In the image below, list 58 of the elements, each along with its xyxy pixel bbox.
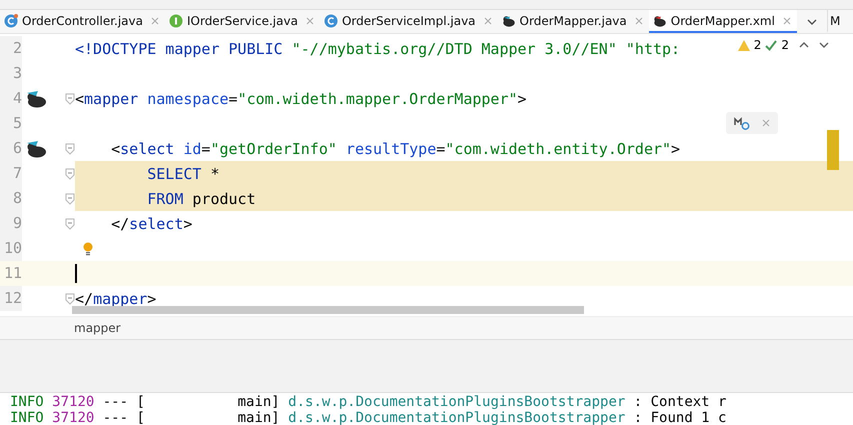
bird-icon[interactable] <box>25 140 47 158</box>
code-line: </mapper> <box>75 290 156 308</box>
code-line: <!DOCTYPE mapper PUBLIC "-//mybatis.org//DTD Mapper 3.0//EN" "http: <box>75 40 680 58</box>
editor-tab[interactable]: IOrderService.java <box>164 10 320 33</box>
code-line: </select> <box>111 214 192 232</box>
close-icon[interactable] <box>782 16 791 24</box>
line-number: 5 <box>0 111 22 136</box>
chevron-down-icon[interactable] <box>806 18 817 24</box>
editor-tab[interactable]: OrderMapper.xml <box>648 10 797 33</box>
fold-marker-icon[interactable] <box>65 292 75 304</box>
fold-marker-icon[interactable] <box>65 142 75 154</box>
fold-marker-icon[interactable] <box>65 168 75 180</box>
close-icon[interactable] <box>762 119 770 127</box>
console-line: INFO 37120 --- [ main] d.s.w.p.DocumentationPluginsBootstrapper : Found 1 c <box>10 410 728 425</box>
lightbulb-icon[interactable] <box>83 242 93 256</box>
line-number: 6 <box>0 136 22 161</box>
file-type-icon <box>324 14 338 28</box>
reload-icon[interactable] <box>734 116 750 130</box>
fold-marker-icon[interactable] <box>65 218 75 230</box>
code-line: <select id="getOrderInfo" resultType="com.wideth.entity.Order"> <box>111 140 680 158</box>
close-icon[interactable] <box>484 16 492 24</box>
file-type-icon <box>168 14 183 28</box>
chevron-down-icon[interactable] <box>819 41 829 49</box>
line-number: 3 <box>0 61 22 86</box>
editor-tab[interactable]: OrderServiceImpl.java <box>320 10 498 33</box>
check-icon <box>765 40 778 50</box>
warning-count: 2 <box>754 38 762 52</box>
bird-icon <box>652 14 667 28</box>
line-number: 2 <box>0 36 22 61</box>
close-icon[interactable] <box>634 16 643 24</box>
inspection-widget[interactable]: 2 2 <box>736 38 831 52</box>
breadcrumb[interactable]: mapper <box>74 321 121 335</box>
editor-tab[interactable]: M <box>826 10 842 33</box>
code-line: SELECT * <box>147 164 220 182</box>
warning-icon <box>738 40 750 50</box>
fold-marker-icon[interactable] <box>65 92 75 104</box>
fold-marker-icon[interactable] <box>65 192 75 204</box>
code-line: FROM product <box>147 190 256 208</box>
line-number: 7 <box>0 161 22 186</box>
chevron-up-icon[interactable] <box>799 41 809 49</box>
bird-icon <box>502 14 516 28</box>
line-number: 12 <box>0 286 22 311</box>
close-icon[interactable] <box>150 16 159 24</box>
console-line: INFO 37120 --- [ main] d.s.w.p.DocumentationPluginsBootstrapper : Context r <box>10 394 728 410</box>
editor-tab[interactable]: OrderMapper.java <box>498 10 649 33</box>
close-icon[interactable] <box>306 16 314 24</box>
line-number: 9 <box>0 211 22 236</box>
bird-icon[interactable] <box>25 90 47 108</box>
line-number: 10 <box>0 236 22 261</box>
text-caret <box>75 264 77 283</box>
horizontal-scrollbar[interactable] <box>72 306 584 314</box>
line-number: 4 <box>0 86 22 111</box>
file-type-icon <box>4 14 18 28</box>
weak-warning-count: 2 <box>781 38 789 52</box>
editor-tab[interactable]: OrderController.java <box>0 10 165 33</box>
code-line: <mapper namespace="com.wideth.mapper.OrderMapper"> <box>75 90 527 108</box>
line-number: 8 <box>0 186 22 211</box>
change-marker <box>827 130 839 170</box>
